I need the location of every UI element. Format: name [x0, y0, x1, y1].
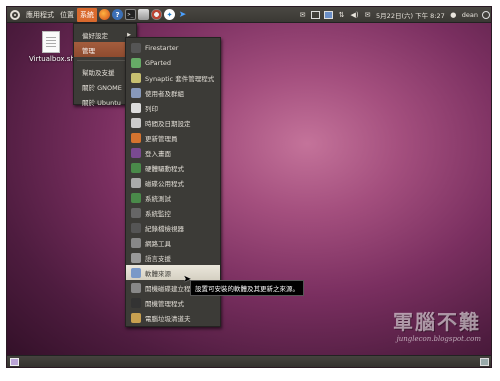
menu-item-label: GParted	[145, 58, 171, 67]
menu-item-clock[interactable]: 時間及日期設定	[126, 115, 220, 130]
text-file-icon[interactable]	[42, 31, 60, 53]
tooltip: 設置可安裝的軟體及其更新之來源。	[190, 280, 304, 296]
mouse-pointer-icon: ➤	[183, 274, 192, 285]
menu-item-label: 列印	[145, 104, 158, 113]
firefox-icon[interactable]	[99, 9, 110, 20]
menu-item-label: 開機管理程式	[145, 299, 184, 308]
display-icon[interactable]	[324, 11, 334, 19]
menu-item-log-viewer[interactable]: 紀錄檔檢視器	[126, 220, 220, 235]
synaptic-icon	[131, 72, 141, 83]
desktop-screen: 應用程式 位置 系統 ? >_ ✦ ➤ ✉ ⇅ ◀) ✉ 5月22日(六) 下午…	[6, 6, 492, 368]
menu-item-label: 時間及日期設定	[145, 119, 191, 128]
menu-item-label: 電腦垃圾清道夫	[145, 314, 191, 323]
help-icon[interactable]: ?	[112, 9, 123, 20]
software-sources-icon	[131, 267, 141, 278]
menu-item-janitor[interactable]: 電腦垃圾清道夫	[126, 310, 220, 325]
menu-item-boot-manager[interactable]: 開機管理程式	[126, 295, 220, 310]
watermark-signature: junglecon.blogspot.com	[396, 335, 481, 343]
email-icon[interactable]: ✉	[363, 11, 372, 20]
menu-system[interactable]: 系統	[77, 7, 97, 22]
gparted-icon	[131, 57, 141, 68]
terminal-icon[interactable]: >_	[125, 9, 136, 20]
menu-item-system-test[interactable]: 系統測試	[126, 190, 220, 205]
menu-item-synaptic[interactable]: Synaptic 套件管理程式	[126, 70, 220, 85]
menu-item-label: 軟體來源	[145, 269, 171, 278]
monitor-icon	[131, 207, 141, 218]
workspace-switcher[interactable]	[480, 358, 489, 366]
show-desktop-icon[interactable]	[10, 358, 19, 366]
menu-item-login[interactable]: 登入畫面	[126, 145, 220, 160]
menu-item-label: 硬體驅動程式	[145, 164, 184, 173]
menu-item-printer[interactable]: 列印	[126, 100, 220, 115]
volume-icon[interactable]: ◀)	[350, 11, 359, 20]
update-icon	[131, 132, 141, 143]
clock-icon	[131, 117, 141, 128]
startup-disk-icon	[131, 282, 141, 293]
arrow-icon[interactable]: ➤	[177, 9, 188, 20]
menu-item-firestarter[interactable]: Firestarter	[126, 40, 220, 55]
menu-item-monitor[interactable]: 系統監控	[126, 205, 220, 220]
boot-manager-icon	[131, 297, 141, 308]
menu-item-network-tools[interactable]: 網路工具	[126, 235, 220, 250]
users-icon	[131, 87, 141, 98]
janitor-icon	[131, 312, 141, 323]
user-icon[interactable]: ●	[449, 11, 458, 20]
power-icon[interactable]	[482, 11, 490, 19]
menu-item-label: 網路工具	[145, 239, 171, 248]
ubuntu-logo-icon[interactable]	[10, 9, 20, 20]
user-name[interactable]: dean	[462, 11, 478, 19]
menu-item-label: 紀錄檔檢視器	[145, 224, 184, 233]
login-icon	[131, 147, 141, 158]
desktop-file-label: Virtualbox.sh	[29, 55, 75, 63]
language-icon	[131, 252, 141, 263]
watermark-logo: 軍腦不難	[393, 310, 481, 334]
hardware-icon	[131, 162, 141, 173]
menu-item-label: Firestarter	[145, 43, 179, 52]
disk-icon[interactable]	[151, 9, 162, 20]
menu-item-label: 語言支援	[145, 254, 171, 263]
menu-item-disk-utility[interactable]: 磁碟公用程式	[126, 175, 220, 190]
printer-icon	[131, 102, 141, 113]
menu-item-label: Synaptic 套件管理程式	[145, 74, 215, 83]
mail-icon[interactable]: ✉	[298, 11, 307, 20]
menu-item-label: 磁碟公用程式	[145, 179, 184, 188]
menu-item-gparted[interactable]: GParted	[126, 55, 220, 70]
menu-places[interactable]: 位置	[57, 8, 77, 22]
menu-item-language[interactable]: 語言支援	[126, 250, 220, 265]
menu-item-label: 系統監控	[145, 209, 171, 218]
log-viewer-icon	[131, 222, 141, 233]
menu-item-label: 使用者及群組	[145, 89, 184, 98]
system-test-icon	[131, 192, 141, 203]
menu-item-hardware[interactable]: 硬體驅動程式	[126, 160, 220, 175]
menu-item-software-sources[interactable]: 軟體來源	[126, 265, 220, 280]
menu-item-label: 系統測試	[145, 194, 171, 203]
top-panel: 應用程式 位置 系統 ? >_ ✦ ➤ ✉ ⇅ ◀) ✉ 5月22日(六) 下午…	[7, 7, 491, 23]
menu-item-label: 更新管理員	[145, 134, 178, 143]
watermark: 軍腦不難 junglecon.blogspot.com	[393, 306, 481, 343]
disk-utility-icon	[131, 177, 141, 188]
menu-item-update[interactable]: 更新管理員	[126, 130, 220, 145]
bottom-panel	[7, 355, 491, 367]
clock[interactable]: 5月22日(六) 下午 8:27	[376, 10, 445, 20]
network-tools-icon	[131, 237, 141, 248]
window-icon[interactable]	[311, 11, 321, 19]
desktop-file[interactable]: Virtualbox.sh	[29, 31, 75, 63]
app-launcher-icon[interactable]	[138, 9, 149, 20]
menu-item-users[interactable]: 使用者及群組	[126, 85, 220, 100]
menu-applications[interactable]: 應用程式	[23, 8, 57, 22]
menu-item-label: 登入畫面	[145, 149, 171, 158]
firestarter-icon	[131, 42, 141, 53]
bird-icon[interactable]: ✦	[164, 9, 175, 20]
system-tray: ✉ ⇅ ◀) ✉ 5月22日(六) 下午 8:27 ● dean	[298, 7, 490, 23]
network-icon[interactable]: ⇅	[337, 11, 346, 20]
